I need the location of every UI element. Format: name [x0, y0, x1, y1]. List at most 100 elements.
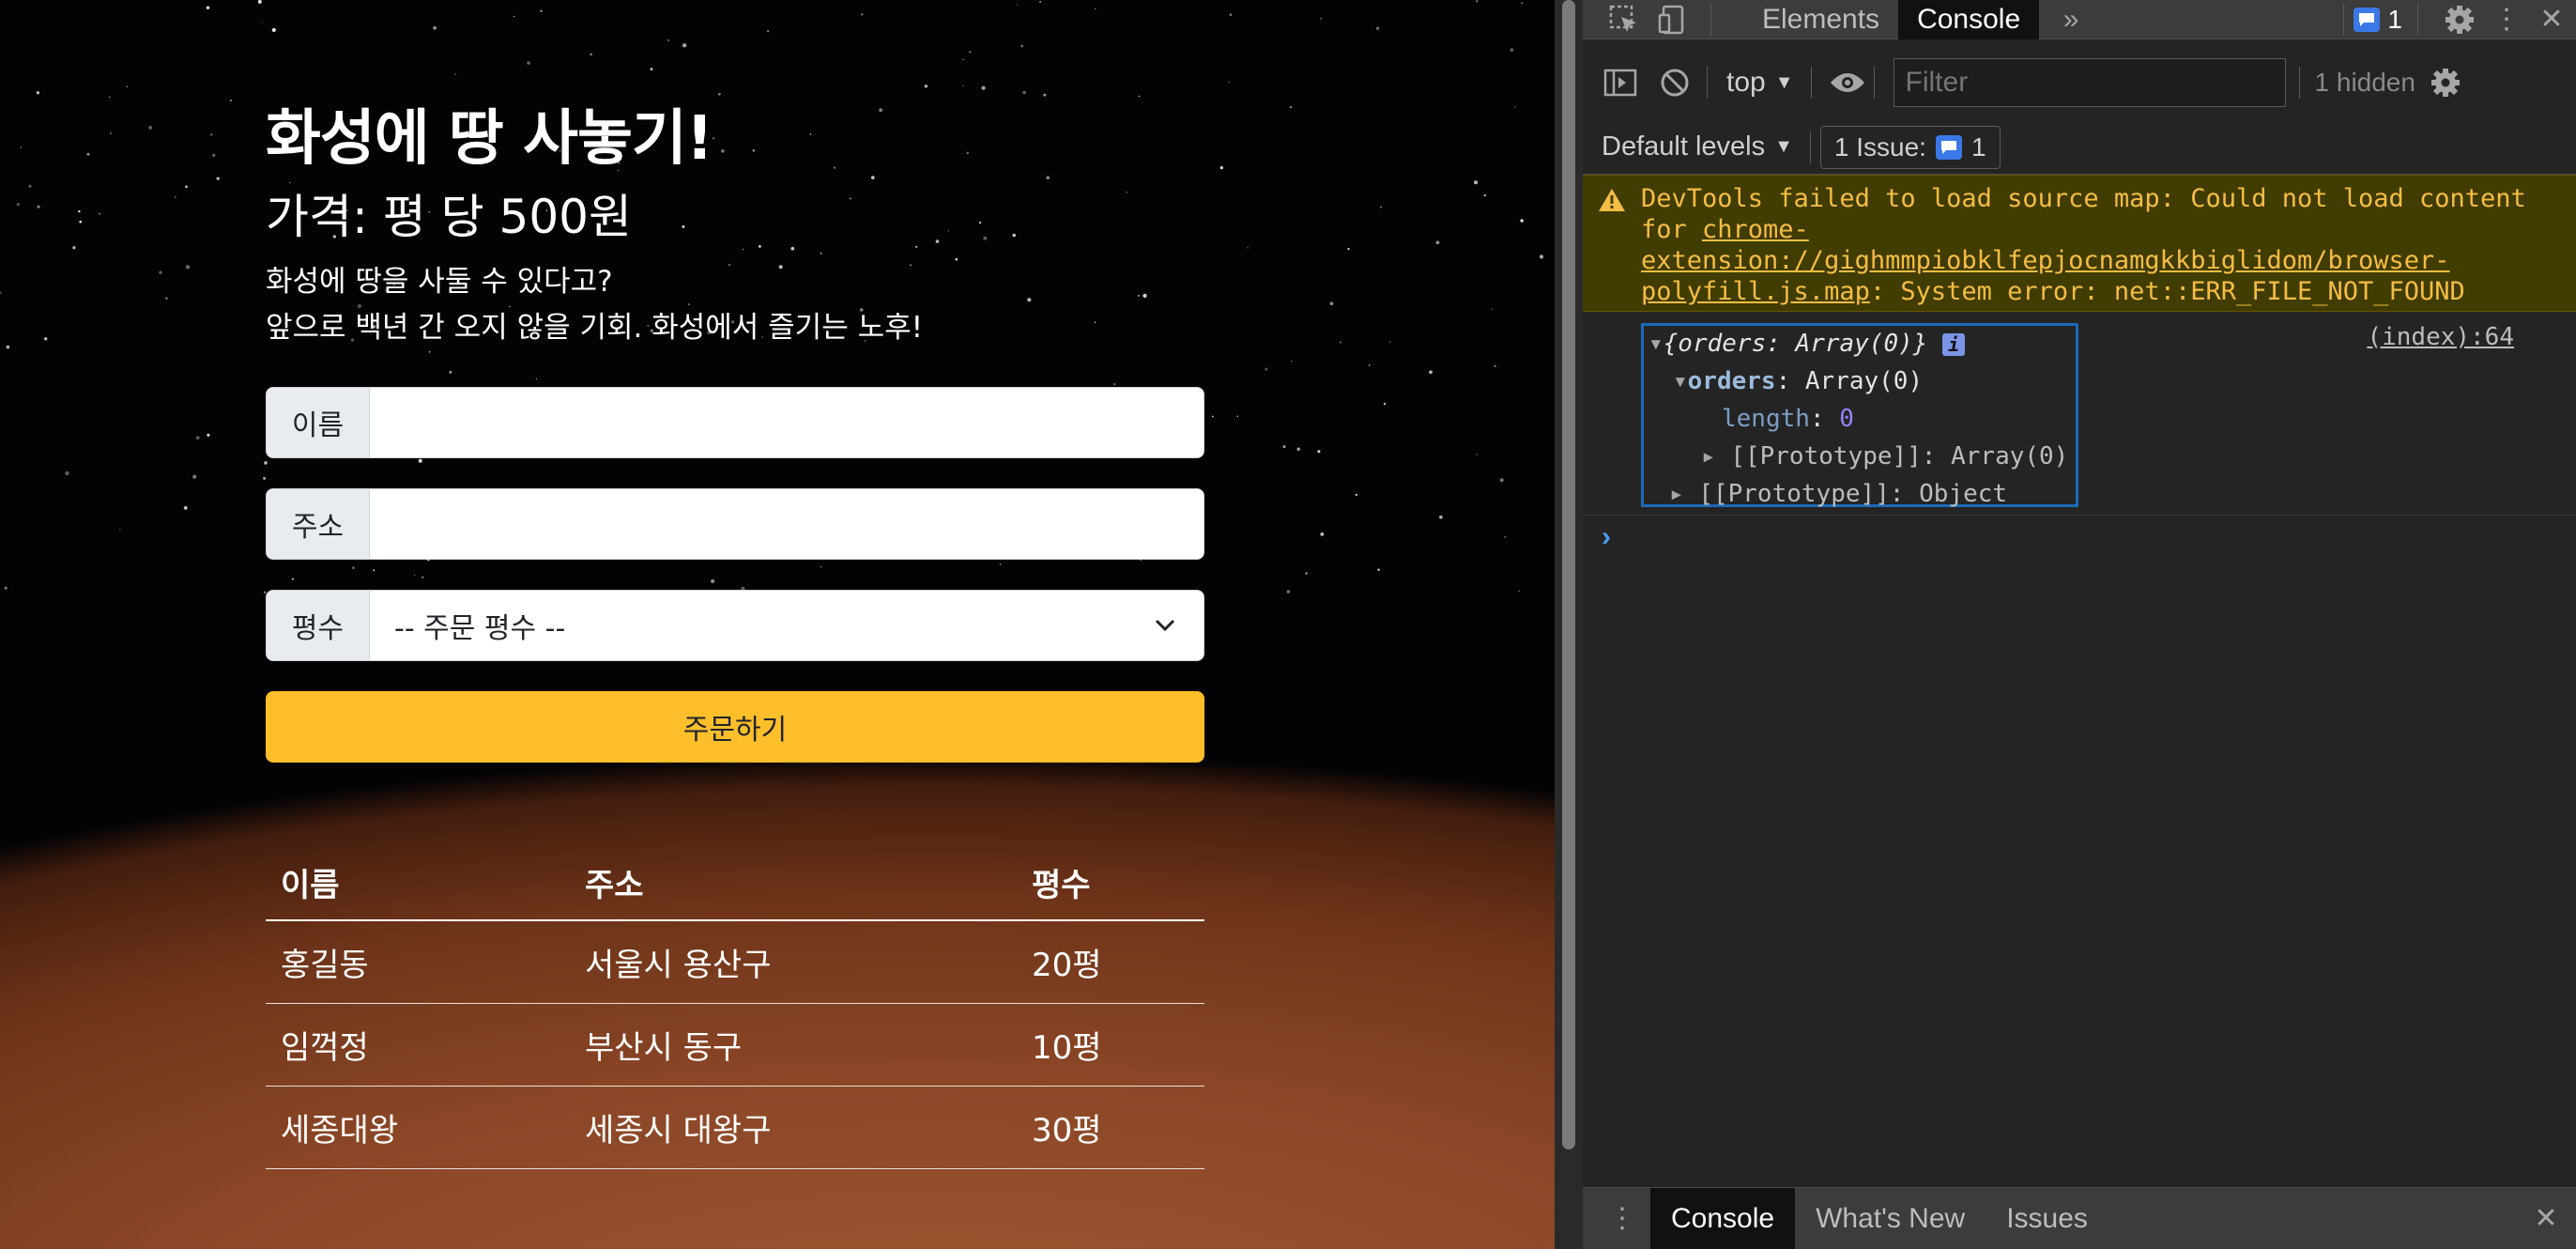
info-icon[interactable]: i: [1942, 333, 1966, 356]
drawer-close-icon[interactable]: ✕: [2527, 1200, 2565, 1238]
star: [1347, 247, 1350, 251]
divider: [1707, 67, 1708, 99]
star: [1289, 106, 1293, 109]
prop-value: 0: [1839, 405, 1854, 433]
star: [1514, 105, 1516, 108]
star: [352, 566, 355, 569]
prototype-object-row[interactable]: ▸ [[Prototype]]: Object: [1669, 475, 2007, 513]
star: [682, 43, 687, 48]
table-row: 세종대왕 세종시 대왕구 30평: [266, 1086, 1204, 1169]
star: [99, 212, 101, 215]
prototype-object-text: [[Prototype]]: Object: [1698, 480, 2008, 508]
star: [126, 85, 129, 87]
star: [1219, 165, 1223, 170]
star: [590, 53, 592, 56]
console-settings-gear-icon[interactable]: [2427, 64, 2464, 101]
cell-name: 홍길동: [266, 920, 570, 1004]
settings-gear-icon[interactable]: [2441, 1, 2478, 39]
collapsed-triangle-icon[interactable]: ▸: [1701, 442, 1730, 470]
star: [527, 61, 530, 65]
star: [414, 574, 416, 576]
description-line-2: 앞으로 백년 간 오지 않을 기회. 화성에서 즐기는 노후!: [266, 311, 924, 345]
description-line-1: 화성에 땅을 사둘 수 있다고?: [266, 265, 613, 299]
star: [148, 126, 152, 130]
star: [1317, 450, 1321, 454]
drawer-tab-whats-new[interactable]: What's New: [1795, 1188, 1986, 1249]
eye-icon[interactable]: [1829, 64, 1866, 101]
star: [1539, 254, 1544, 259]
star: [271, 27, 276, 33]
star: [185, 265, 191, 270]
star: [16, 202, 21, 207]
issues-button[interactable]: 1 Issue: 1: [1819, 125, 2001, 169]
star: [37, 205, 40, 208]
close-icon[interactable]: ✕: [2533, 1, 2570, 39]
message-icon: [2354, 7, 2381, 32]
object-summary-row[interactable]: ▾{orders: Array(0)} i: [1648, 325, 1966, 362]
star: [36, 91, 40, 95]
star: [216, 177, 220, 180]
star: [1377, 568, 1380, 571]
collapsed-triangle-icon[interactable]: ▸: [1669, 480, 1698, 508]
star: [185, 185, 188, 189]
star: [711, 578, 715, 583]
star: [207, 433, 210, 437]
clear-console-icon[interactable]: [1656, 64, 1694, 101]
kebab-menu-icon[interactable]: ⋮: [2488, 1, 2525, 39]
star: [6, 345, 10, 349]
size-select[interactable]: -- 주문 평수 --: [370, 591, 1204, 660]
filter-input[interactable]: [1893, 58, 2286, 107]
star: [28, 184, 32, 188]
scrollbar-thumb[interactable]: [1562, 0, 1575, 1149]
tab-elements[interactable]: Elements: [1743, 0, 1898, 39]
star: [165, 297, 168, 300]
drawer-menu-icon[interactable]: ⋮: [1603, 1200, 1641, 1238]
star: [962, 58, 964, 61]
inspect-element-icon[interactable]: [1605, 1, 1643, 39]
tab-console[interactable]: Console: [1898, 0, 2040, 39]
name-input-group: 이름: [266, 387, 1204, 458]
star: [981, 85, 986, 90]
star: [159, 270, 162, 275]
issues-button-label: 1 Issue:: [1833, 131, 1926, 162]
divider: [1873, 67, 1875, 99]
star: [1380, 206, 1382, 208]
more-tabs-icon[interactable]: »: [2052, 1, 2090, 39]
issues-button-count: 1: [1970, 131, 1986, 162]
devtools-panel: Elements Console » 1 ⋮ ✕ top ▼ Filter 1 …: [1583, 0, 2576, 1249]
page-scrollbar[interactable]: [1555, 0, 1583, 1249]
star: [1296, 447, 1300, 451]
drawer-tab-console[interactable]: Console: [1650, 1187, 1796, 1249]
star: [1247, 246, 1249, 249]
star: [263, 476, 267, 480]
orders-property-row[interactable]: ▾orders: Array(0): [1673, 362, 1923, 400]
star: [1039, 0, 1042, 3]
star: [257, 0, 262, 4]
name-input[interactable]: [370, 388, 1204, 457]
star: [1375, 26, 1380, 30]
console-prompt[interactable]: ›: [1583, 515, 2576, 562]
prompt-chevron-icon: ›: [1602, 521, 1611, 552]
star: [0, 291, 2, 295]
drawer-tab-issues[interactable]: Issues: [1986, 1188, 2108, 1249]
prototype-array-row[interactable]: ▸ [[Prototype]]: Array(0): [1701, 438, 2068, 475]
issues-counter-button[interactable]: 1: [2354, 5, 2402, 35]
order-button[interactable]: 주문하기: [266, 691, 1204, 763]
device-toolbar-icon[interactable]: [1654, 1, 1692, 39]
sidebar-toggle-icon[interactable]: [1602, 64, 1639, 101]
star: [1521, 2, 1523, 5]
chevron-down-icon: [1155, 619, 1175, 632]
star: [195, 436, 200, 440]
address-label: 주소: [267, 489, 370, 559]
address-input[interactable]: [370, 489, 1204, 559]
log-levels-label: Default levels: [1602, 131, 1766, 162]
context-selector[interactable]: top ▼: [1726, 67, 1794, 99]
star: [79, 220, 83, 224]
expand-triangle-icon[interactable]: ▾: [1673, 367, 1688, 395]
log-levels-dropdown[interactable]: Default levels ▼: [1602, 131, 1793, 162]
star: [1483, 193, 1487, 197]
star: [43, 337, 48, 341]
expand-triangle-icon[interactable]: ▾: [1648, 330, 1664, 358]
source-location-link[interactable]: (index):64: [2367, 323, 2514, 351]
star: [78, 210, 81, 213]
